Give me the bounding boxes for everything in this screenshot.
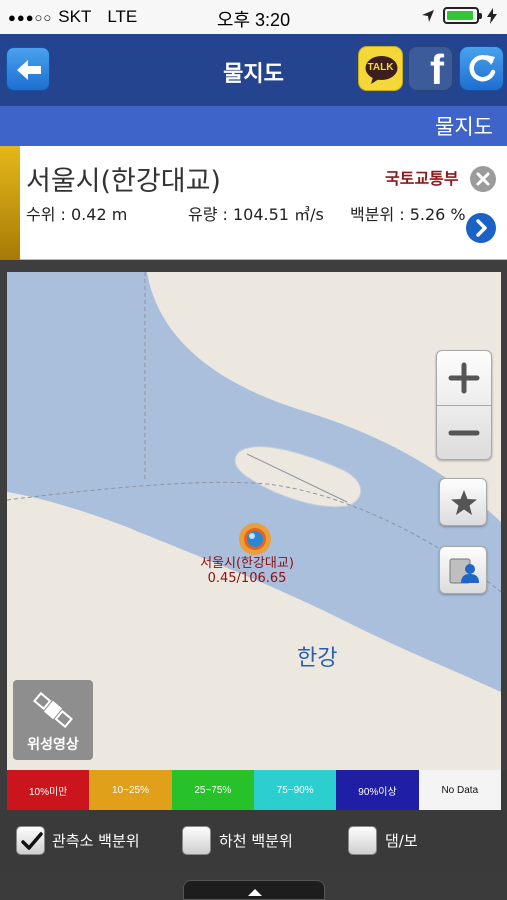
favorite-button[interactable] <box>439 478 487 526</box>
legend-item: 10~25% <box>89 770 172 810</box>
station-marker[interactable] <box>239 523 271 555</box>
facebook-share-button[interactable]: f <box>408 46 453 91</box>
talk-label: TALK <box>367 62 394 73</box>
station-name: 서울시(한강대교) <box>26 166 221 197</box>
filter-bar: 관측소 백분위 하천 백분위 댐/보 <box>0 810 507 872</box>
chevron-up-icon <box>248 889 262 896</box>
legend-label: 90%이상 <box>358 786 397 798</box>
legend-item: 75~90% <box>253 770 337 810</box>
station-percentile-label: 관측소 백분위 <box>52 832 140 850</box>
water-level: 수위 : 0.42 m <box>26 205 128 224</box>
location-arrow-icon <box>422 9 434 22</box>
contact-button[interactable] <box>439 546 487 594</box>
chevron-right-icon <box>476 219 487 237</box>
status-bar: ●●●○○ SKT LTE 오후 3:20 <box>0 0 507 34</box>
battery-icon <box>443 7 482 24</box>
app-screen: ●●●○○ SKT LTE 오후 3:20 물지도 TALK f 물지도 서울시… <box>0 0 507 900</box>
legend-label: 75~90% <box>276 784 314 796</box>
marker-label: 서울시(한강대교) 0.45/106.65 <box>177 556 317 586</box>
zoom-in-button[interactable] <box>437 351 491 405</box>
river-label: 한강 <box>297 646 338 671</box>
percentile: 백분위 : 5.26 % <box>350 205 466 224</box>
agency-name: 국토교통부 <box>385 169 459 188</box>
checkmark-icon <box>21 832 43 850</box>
close-icon <box>476 172 490 186</box>
legend-label: 25~75% <box>194 784 232 796</box>
star-icon <box>451 490 477 515</box>
dam-weir-label: 댐/보 <box>385 832 418 850</box>
facebook-icon: f <box>430 46 444 91</box>
satellite-view-button[interactable]: 위성영상 <box>13 680 93 760</box>
nav-bar: 물지도 TALK f <box>0 34 507 106</box>
map-view[interactable]: 서울시(한강대교) 0.45/106.65 한강 위성영상 <box>7 272 501 770</box>
legend-label: 10%미만 <box>28 786 68 798</box>
map-frame: 서울시(한강대교) 0.45/106.65 한강 위성영상 <box>0 260 507 770</box>
info-accent-bar <box>0 146 20 260</box>
legend-item: 10%미만 <box>7 770 90 810</box>
zoom-controls <box>436 350 492 460</box>
legend-label: No Data <box>441 784 479 796</box>
satellite-label: 위성영상 <box>27 737 79 753</box>
refresh-icon <box>469 55 496 82</box>
marker-station-name: 서울시(한강대교) <box>200 556 294 571</box>
legend-bar: 10%미만 10~25% 25~75% 75~90% 90%이상 No Data <box>7 770 501 810</box>
station-percentile-checkbox[interactable] <box>16 826 45 855</box>
legend-label: 10~25% <box>112 784 149 796</box>
river-percentile-checkbox[interactable] <box>182 826 211 855</box>
flow-rate: 유량 : 104.51 ㎥/s <box>188 205 324 224</box>
satellite-icon <box>33 691 73 729</box>
plus-icon <box>448 362 480 394</box>
legend-item: 25~75% <box>171 770 254 810</box>
sub-header-title: 물지도 <box>435 115 493 139</box>
status-right <box>421 7 497 24</box>
refresh-button[interactable] <box>459 46 504 91</box>
marker-values: 0.45/106.65 <box>207 571 287 586</box>
drawer-handle[interactable] <box>183 880 325 900</box>
charging-bolt-icon <box>487 7 497 24</box>
kakaotalk-share-button[interactable]: TALK <box>358 46 403 91</box>
detail-button[interactable] <box>466 213 496 243</box>
legend-item: No Data <box>418 770 501 810</box>
sub-header: 물지도 <box>0 106 507 146</box>
minus-icon <box>448 430 480 436</box>
station-info-panel: 서울시(한강대교) 국토교통부 수위 : 0.42 m 유량 : 104.51 … <box>0 146 507 260</box>
river-percentile-label: 하천 백분위 <box>219 832 293 850</box>
person-card-icon <box>449 558 479 584</box>
legend-item: 90%이상 <box>336 770 419 810</box>
zoom-out-button[interactable] <box>437 406 491 460</box>
close-button[interactable] <box>470 166 496 192</box>
dam-weir-checkbox[interactable] <box>348 826 377 855</box>
